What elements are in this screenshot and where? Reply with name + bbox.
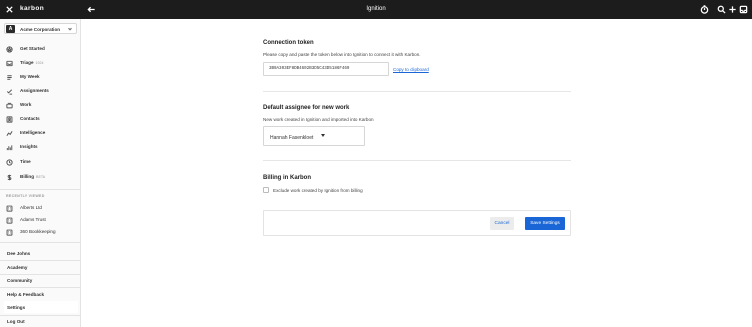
exclude-billing-label: Exclude work created by Ignition from bi…	[273, 187, 363, 193]
plus-icon[interactable]	[727, 4, 738, 15]
exclude-billing-checkbox[interactable]	[263, 187, 269, 193]
recent-item-alberts-ltd[interactable]: Alberts Ltd	[0, 202, 80, 214]
sidebar-item-contacts[interactable]: Contacts	[0, 113, 80, 125]
org-avatar: A	[6, 25, 15, 33]
organization-switcher[interactable]: A Acme Corporation	[4, 23, 77, 34]
caret-down-icon	[321, 134, 325, 137]
sidebar-item-billing[interactable]: Billing BETA	[0, 171, 80, 183]
connection-token-field[interactable]: 3B9A303EF8DB4602B3D5C43D5186F469	[263, 62, 389, 76]
sidebar-item-triage[interactable]: Triage 1924	[0, 57, 80, 69]
sidebar-item-label: Intelligence	[20, 130, 46, 135]
cancel-button[interactable]: Cancel	[490, 217, 514, 230]
beta-badge: BETA	[36, 175, 46, 179]
copy-to-clipboard-link[interactable]: Copy to clipboard	[393, 67, 429, 72]
clock-icon	[6, 158, 13, 166]
sidebar-item-label: Assignments	[20, 88, 49, 93]
star-icon	[6, 45, 13, 53]
sidebar-item-label: Contacts	[20, 116, 40, 121]
divider	[263, 91, 571, 92]
sidebar-item-insights[interactable]: Insights	[0, 141, 80, 153]
intelligence-icon	[6, 130, 13, 137]
building-icon	[6, 229, 13, 236]
divider	[0, 315, 80, 316]
assignments-icon	[6, 88, 13, 95]
default-assignee-description: New work created in Ignition and importe…	[263, 117, 374, 122]
user-name[interactable]: Dee Johns	[7, 251, 30, 256]
top-bar: karbon Ignition	[0, 0, 752, 19]
org-name: Acme Corporation	[20, 26, 61, 32]
recent-item-label: Adams Trust	[20, 217, 46, 222]
settings-link[interactable]: Settings	[7, 305, 25, 310]
save-settings-button[interactable]: Save Settings	[525, 217, 565, 230]
assignee-selected-value: Hannah Fasenkloet	[270, 134, 314, 141]
divider	[263, 160, 571, 161]
action-bar: Cancel Save Settings	[263, 210, 571, 236]
sidebar-item-work[interactable]: Work	[0, 99, 80, 111]
insights-icon	[6, 144, 13, 151]
briefcase-icon	[6, 102, 13, 109]
divider	[0, 189, 80, 190]
sidebar-item-assignments[interactable]: Assignments	[0, 85, 80, 97]
sidebar-item-time[interactable]: Time	[0, 156, 80, 168]
divider	[0, 242, 80, 243]
sidebar-item-label: Insights	[20, 144, 38, 149]
default-assignee-heading: Default assignee for new work	[263, 105, 350, 111]
sidebar-item-label: Billing BETA	[20, 174, 46, 179]
divider	[0, 287, 80, 288]
sidebar-item-get-started[interactable]: Get Started	[0, 43, 80, 55]
connection-token-description: Please copy and paste the token below in…	[263, 52, 421, 57]
sidebar-item-label: Triage 1924	[20, 60, 44, 65]
help-feedback-link[interactable]: Help & Feedback	[7, 292, 44, 297]
sidebar-item-label: Get Started	[20, 46, 45, 51]
log-out-link[interactable]: Log Out	[7, 319, 25, 324]
triage-icon	[6, 60, 13, 67]
chevron-down-icon	[67, 26, 73, 32]
sidebar-item-label: My Week	[20, 74, 40, 79]
connection-token-heading: Connection token	[263, 40, 314, 46]
triage-count-badge: 1924	[35, 61, 44, 65]
sidebar-item-intelligence[interactable]: Intelligence	[0, 127, 80, 139]
page-title: Ignition	[366, 6, 386, 12]
my-week-icon	[6, 74, 13, 81]
assignee-select[interactable]: Hannah Fasenkloet	[263, 126, 365, 146]
sidebar-item-label: Work	[20, 102, 32, 107]
recent-item-label: 360 Bookkeeping	[20, 229, 56, 234]
recent-item-label: Alberts Ltd	[20, 205, 42, 210]
contacts-icon	[6, 115, 13, 123]
recently-viewed-heading: RECENTLY VIEWED	[6, 194, 45, 198]
sidebar-item-my-week[interactable]: My Week	[0, 71, 80, 83]
search-icon[interactable]	[716, 4, 727, 15]
inbox-icon[interactable]	[738, 4, 749, 15]
building-icon	[6, 205, 13, 212]
sidebar-item-label: Time	[20, 159, 31, 164]
main-content: Connection token Please copy and paste t…	[81, 19, 752, 327]
academy-link[interactable]: Academy	[7, 265, 27, 270]
stopwatch-icon[interactable]	[699, 4, 710, 15]
recent-item-adams-trust[interactable]: Adams Trust	[0, 214, 80, 226]
sidebar: A Acme Corporation Get Started Triage 192…	[0, 19, 81, 327]
divider	[0, 260, 80, 261]
dollar-icon	[6, 174, 13, 181]
recent-item-360-bookkeeping[interactable]: 360 Bookkeeping	[0, 226, 80, 238]
building-icon	[6, 217, 13, 224]
divider	[0, 274, 80, 275]
community-link[interactable]: Community	[7, 278, 32, 283]
billing-heading: Billing in Karbon	[263, 175, 311, 181]
